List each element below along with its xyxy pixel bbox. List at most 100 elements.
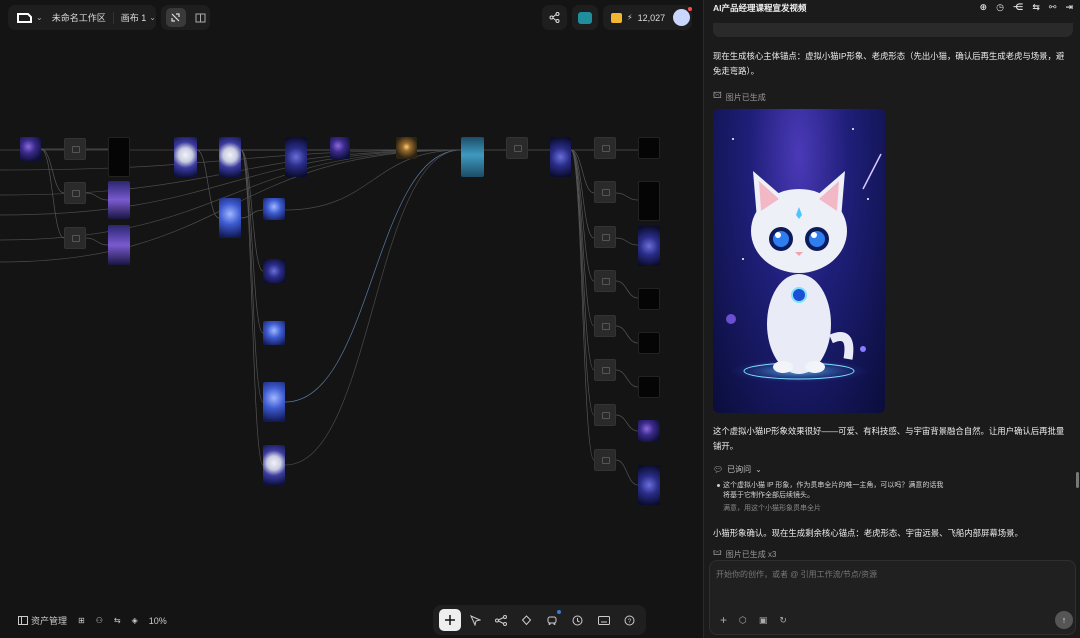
canvas-node[interactable] — [638, 137, 660, 159]
add-icon[interactable]: + — [720, 613, 727, 627]
cube-icon[interactable]: ⬡ — [739, 615, 747, 626]
panel-title: AI产品经理课程宣发视频 — [713, 2, 807, 13]
send-button[interactable]: ↑ — [1055, 611, 1073, 629]
user-icon[interactable]: ⚇ — [96, 616, 103, 625]
image-icon: 🖾 — [713, 550, 722, 557]
help-icon[interactable]: ? — [618, 609, 640, 631]
canvas-node[interactable] — [506, 137, 528, 159]
canvas-node[interactable] — [263, 259, 285, 283]
settings-icon[interactable]: ⇆ — [1032, 2, 1040, 13]
canvas-node[interactable] — [594, 449, 616, 471]
vehicle-icon[interactable] — [541, 609, 563, 631]
credits-area: ⚡ 12,027 — [603, 5, 693, 30]
chat-input[interactable]: 开始你的创作，或者 @ 引用工作流/节点/资源 + ⬡ ▣ ↻ ↑ — [709, 560, 1076, 635]
connection-wire — [570, 149, 595, 416]
canvas-node[interactable] — [263, 198, 285, 220]
image-status-label-2: 图片已生成 x3 — [725, 550, 777, 558]
history-icon[interactable]: ◷ — [996, 2, 1004, 13]
image-status-2: 🖾 图片已生成 x3 — [713, 550, 776, 558]
canvas-node[interactable] — [594, 137, 616, 159]
refresh-icon[interactable]: ↻ — [779, 615, 787, 626]
link-icon[interactable]: ⚯ — [1049, 2, 1057, 13]
canvas-node[interactable] — [108, 181, 130, 219]
asked-label: 已询问 — [727, 465, 752, 474]
workspace-menu: ⌄ 未命名工作区 画布 1 ⌄ — [8, 5, 156, 30]
credits-count: 12,027 — [637, 12, 666, 23]
share-icon — [549, 12, 560, 23]
canvas-footer: 资产管理 ⊞ ⚇ ⇆ ◈ 10% — [18, 614, 167, 627]
chevron-down-icon[interactable]: ⌄ — [36, 13, 43, 22]
collapse-icon[interactable]: ⇥ — [1065, 2, 1073, 13]
canvas-node[interactable] — [594, 359, 616, 381]
connection-wire — [570, 149, 595, 239]
chevron-down-icon[interactable]: ⌄ — [149, 13, 156, 22]
logo-icon[interactable] — [16, 12, 33, 24]
canvas-node[interactable] — [330, 137, 350, 159]
history-icon[interactable] — [567, 609, 589, 631]
canvas-node[interactable] — [108, 225, 130, 265]
share-icon[interactable]: ⋲ — [1013, 2, 1023, 13]
canvas-node[interactable] — [638, 181, 660, 221]
palette-icon[interactable]: ◈ — [132, 616, 138, 625]
canvas-node[interactable] — [594, 315, 616, 337]
canvas-node[interactable] — [285, 137, 307, 177]
canvas-node[interactable] — [64, 138, 86, 160]
canvas-node[interactable] — [219, 137, 241, 177]
keyboard-icon[interactable] — [593, 609, 615, 631]
chevron-down-icon: ⌄ — [755, 465, 762, 474]
canvas-node[interactable] — [638, 226, 660, 266]
canvas-node[interactable] — [20, 137, 41, 161]
canvas-node[interactable] — [594, 270, 616, 292]
answer-text: 满意，用这个小猫形象贯串全片 — [723, 505, 821, 512]
canvas-node[interactable] — [594, 181, 616, 203]
canvas-node[interactable] — [174, 137, 197, 177]
canvas-node[interactable] — [64, 182, 86, 204]
notification-dot — [688, 7, 693, 11]
canvas-node[interactable] — [108, 137, 130, 177]
canvas-node[interactable] — [263, 445, 285, 485]
lightning-icon: ⚡ — [627, 13, 633, 22]
workflow-icon[interactable] — [490, 609, 512, 631]
align-icon[interactable]: ⇆ — [114, 616, 121, 625]
share-button[interactable] — [542, 5, 567, 30]
canvas-name[interactable]: 画布 1 — [121, 11, 147, 24]
canvas-node[interactable] — [638, 465, 660, 505]
assistant-message-2: 这个虚拟小猫IP形象效果很好——可爱、有科技感、与宇宙背景融合自然。让用户确认后… — [713, 426, 1065, 451]
asked-toggle[interactable]: 💬︎ 已询问 ⌄ — [713, 464, 762, 475]
canvas-node[interactable] — [263, 382, 285, 422]
connect-mode-icon[interactable] — [165, 8, 186, 27]
connection-wire — [615, 369, 639, 388]
connection-wire — [615, 459, 639, 486]
new-chat-icon[interactable]: ⊕ — [980, 2, 988, 13]
pointer-icon[interactable] — [464, 609, 486, 631]
chat-panel: AI产品经理课程宣发视频 ⊕ ◷ ⋲ ⇆ ⚯ ⇥ 现在生成核心主体锚点：虚拟小猫… — [703, 0, 1080, 638]
svg-text:?: ? — [627, 618, 631, 625]
canvas-node[interactable] — [638, 288, 660, 310]
canvas-node[interactable] — [550, 137, 571, 177]
attachment-icon[interactable]: ▣ — [759, 615, 768, 626]
zoom-level[interactable]: 10% — [149, 616, 167, 626]
canvas-node[interactable] — [594, 404, 616, 426]
assets-button[interactable]: 资产管理 — [18, 614, 67, 627]
shapes-icon[interactable] — [516, 609, 538, 631]
scrollbar[interactable] — [1076, 472, 1079, 488]
workspace-name[interactable]: 未命名工作区 — [52, 11, 106, 24]
generated-cat-image[interactable] — [713, 109, 885, 413]
canvas-node[interactable] — [461, 137, 484, 177]
canvas-node[interactable] — [638, 376, 660, 398]
store-button[interactable] — [572, 5, 598, 30]
grid-icon[interactable]: ⊞ — [78, 616, 85, 625]
layout-icon[interactable] — [195, 13, 206, 23]
canvas-node[interactable] — [638, 332, 660, 354]
canvas-node[interactable] — [396, 137, 417, 159]
gem-icon[interactable] — [611, 12, 622, 23]
canvas-node[interactable] — [638, 420, 660, 442]
canvas-node[interactable] — [219, 198, 241, 238]
add-icon[interactable] — [438, 609, 461, 631]
avatar[interactable] — [673, 7, 693, 26]
canvas-node[interactable] — [263, 321, 285, 345]
canvas-node[interactable] — [64, 227, 86, 249]
workflow-canvas[interactable]: ⌄ 未命名工作区 画布 1 ⌄ ⚡ 12,027 资产管理 ⊞ ⚇ ⇆ ◈ 10… — [0, 0, 703, 638]
canvas-node[interactable] — [594, 226, 616, 248]
image-status: 🖾 图片已生成 — [713, 90, 766, 104]
